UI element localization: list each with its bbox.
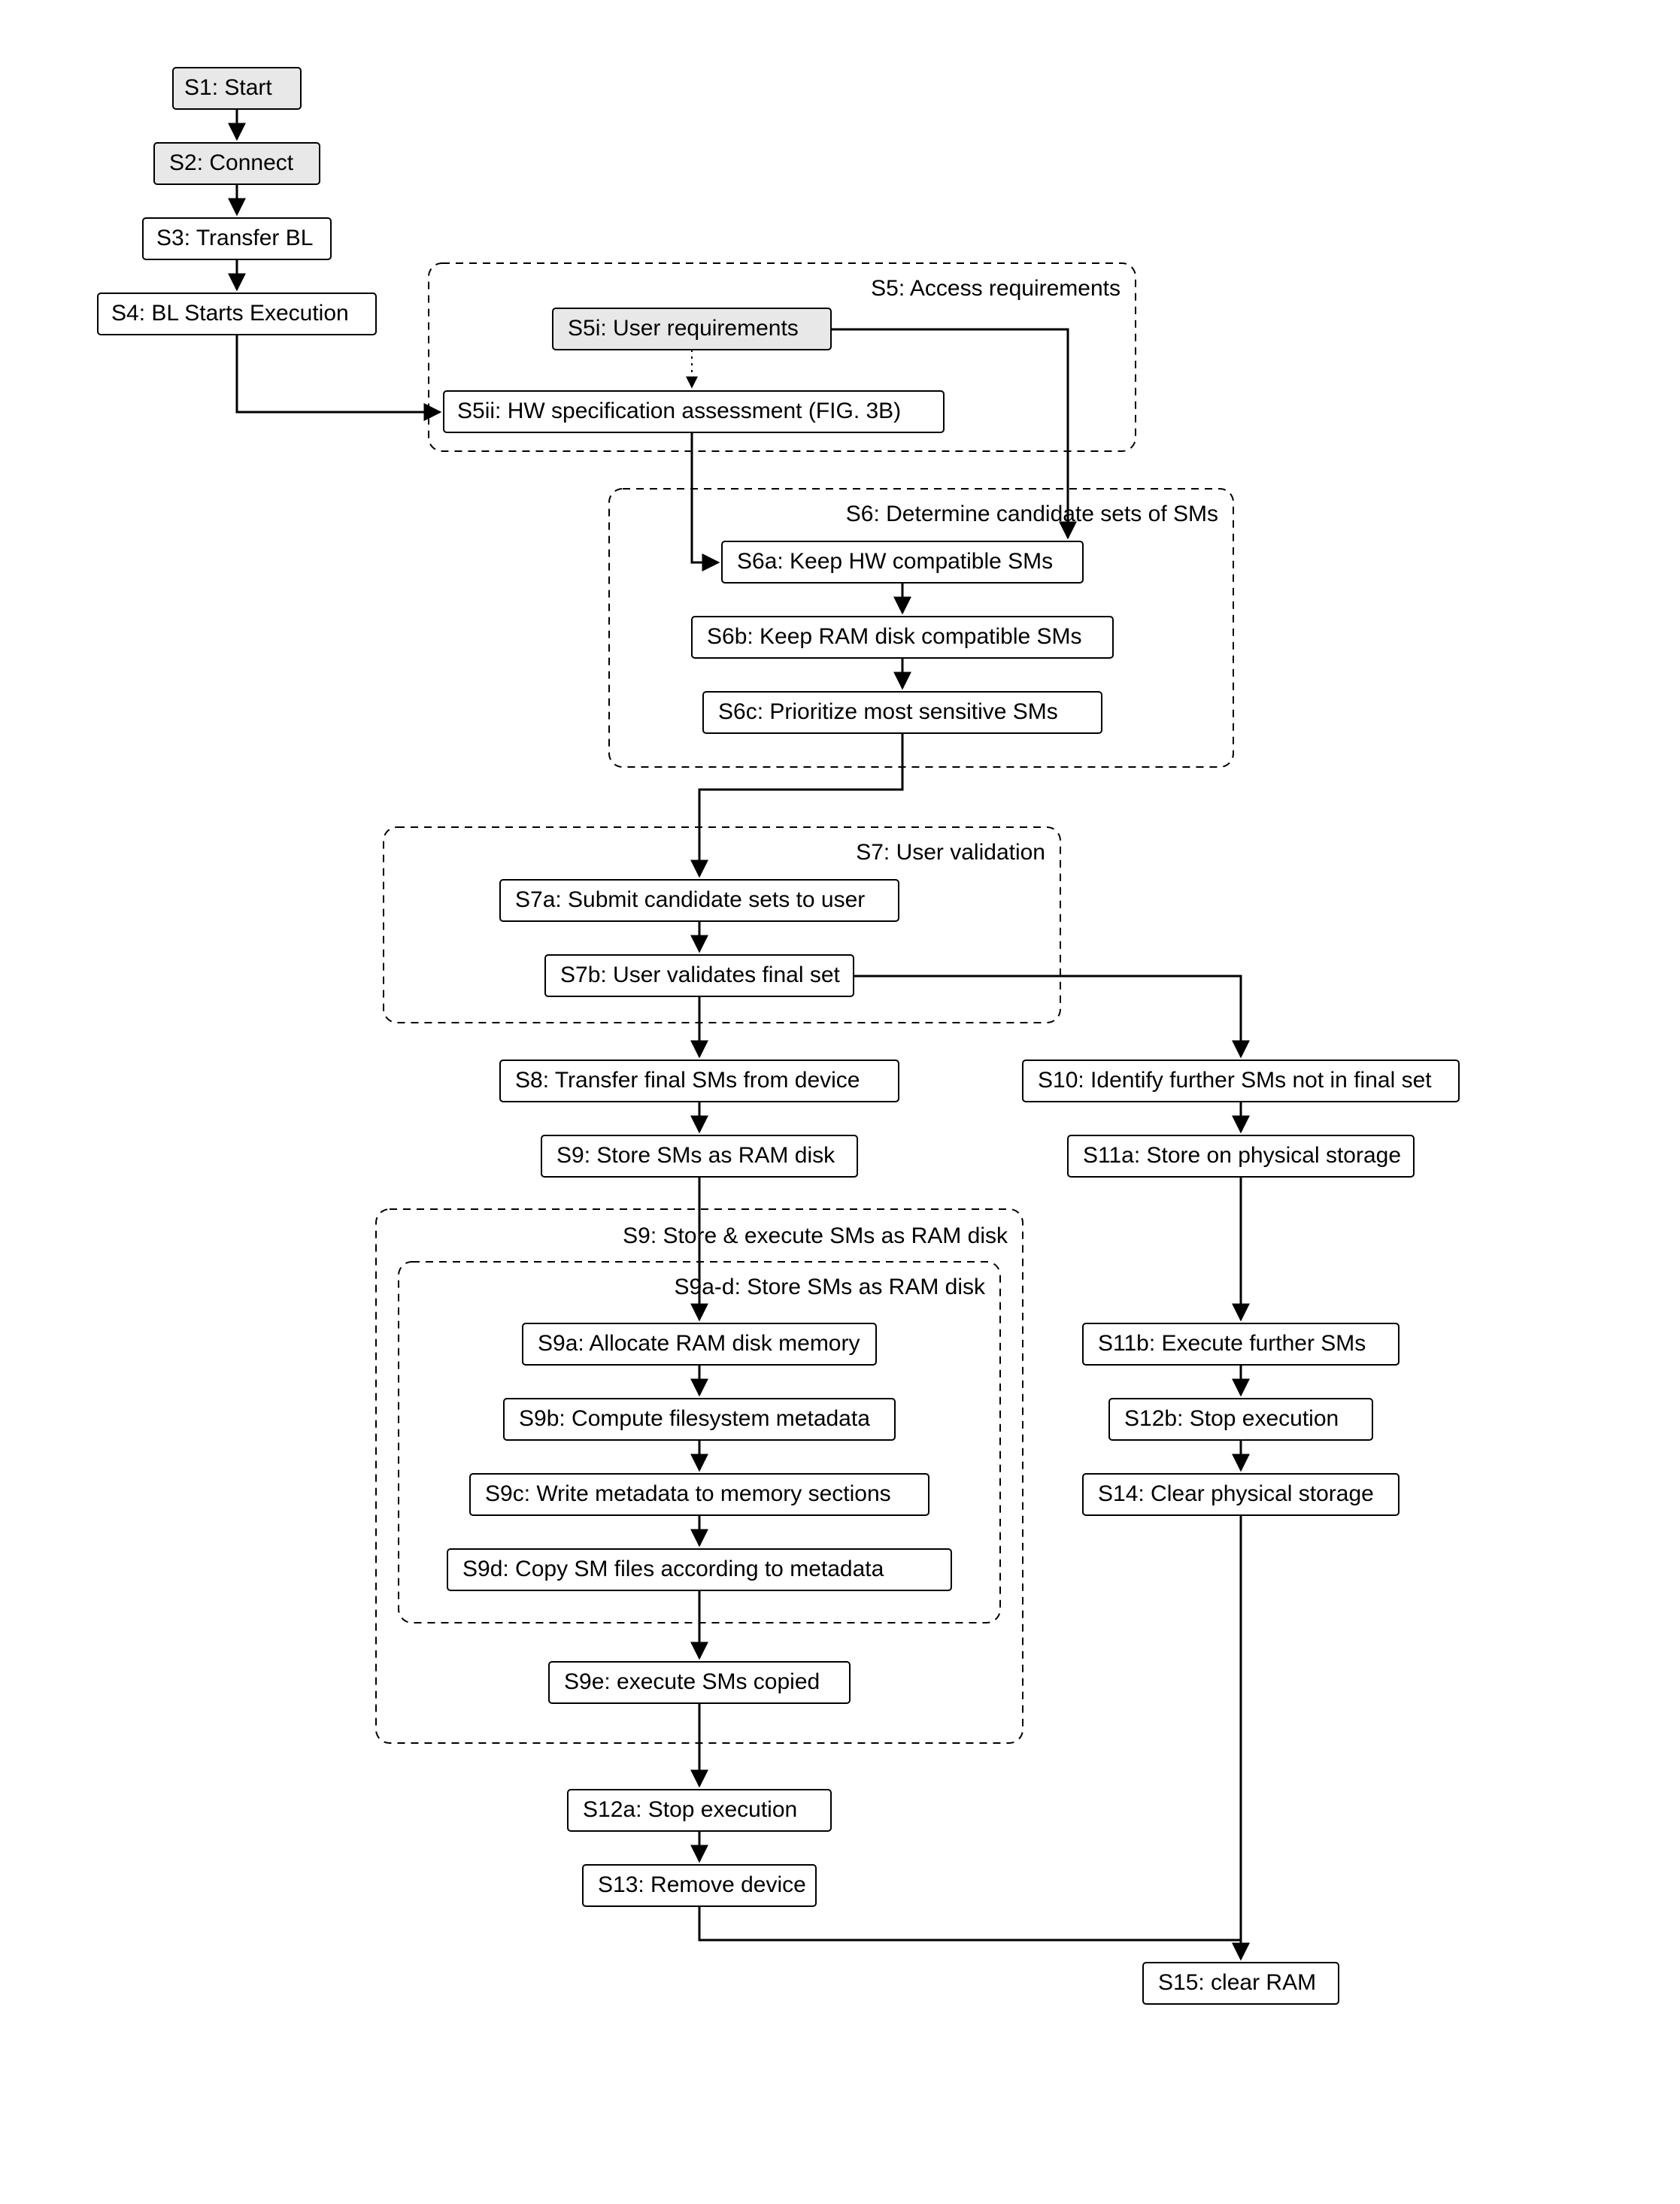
label-s4: S4: BL Starts Execution: [111, 301, 349, 326]
label-s9d: S9d: Copy SM files according to metadata: [462, 1557, 884, 1581]
label-s5ii: S5ii: HW specification assessment (FIG. …: [457, 399, 901, 423]
label-s9c: S9c: Write metadata to memory sections: [485, 1481, 891, 1506]
node-s3: S3: Transfer BL: [143, 218, 331, 259]
node-s9a: S9a: Allocate RAM disk memory: [523, 1323, 876, 1365]
label-s1: S1: Start: [184, 75, 272, 100]
label-s9a: S9a: Allocate RAM disk memory: [538, 1331, 860, 1356]
node-s11b: S11b: Execute further SMs: [1083, 1323, 1399, 1365]
node-s2: S2: Connect: [154, 143, 320, 184]
node-s5ii: S5ii: HW specification assessment (FIG. …: [444, 391, 944, 432]
node-s15: S15: clear RAM: [1143, 1963, 1339, 2004]
label-s12a: S12a: Stop execution: [583, 1797, 797, 1822]
node-s13: S13: Remove device: [583, 1865, 816, 1906]
label-s11a: S11a: Store on physical storage: [1083, 1143, 1401, 1168]
node-s14: S14: Clear physical storage: [1083, 1474, 1399, 1515]
label-s14: S14: Clear physical storage: [1098, 1481, 1374, 1506]
label-s10: S10: Identify further SMs not in final s…: [1038, 1068, 1432, 1093]
label-s2: S2: Connect: [169, 150, 294, 175]
node-s6b: S6b: Keep RAM disk compatible SMs: [692, 617, 1113, 658]
node-s7b: S7b: User validates final set: [545, 955, 854, 996]
flowchart: S1: Start S2: Connect S3: Transfer BL S4…: [0, 0, 1680, 2204]
node-s12b: S12b: Stop execution: [1109, 1399, 1372, 1440]
node-s9c: S9c: Write metadata to memory sections: [470, 1474, 929, 1515]
node-s6a: S6a: Keep HW compatible SMs: [722, 541, 1083, 583]
label-s9t: S9: Store SMs as RAM disk: [556, 1143, 835, 1168]
title-s6: S6: Determine candidate sets of SMs: [846, 502, 1218, 526]
label-s9b: S9b: Compute filesystem metadata: [519, 1406, 870, 1431]
node-s5i: S5i: User requirements: [553, 308, 831, 350]
node-s4: S4: BL Starts Execution: [98, 293, 376, 335]
label-s7b: S7b: User validates final set: [560, 963, 841, 987]
node-s9t: S9: Store SMs as RAM disk: [541, 1135, 857, 1177]
node-s12a: S12a: Stop execution: [568, 1790, 831, 1831]
node-s6c: S6c: Prioritize most sensitive SMs: [703, 692, 1102, 733]
node-s11a: S11a: Store on physical storage: [1068, 1135, 1414, 1177]
label-s9e: S9e: execute SMs copied: [564, 1669, 820, 1694]
node-s8: S8: Transfer final SMs from device: [500, 1060, 899, 1102]
node-s10: S10: Identify further SMs not in final s…: [1023, 1060, 1459, 1102]
label-s11b: S11b: Execute further SMs: [1098, 1331, 1366, 1356]
title-s5: S5: Access requirements: [871, 276, 1121, 301]
label-s3: S3: Transfer BL: [156, 226, 313, 250]
node-s1: S1: Start: [173, 68, 301, 109]
label-s12b: S12b: Stop execution: [1124, 1406, 1339, 1431]
title-s7: S7: User validation: [856, 840, 1045, 865]
label-s6c: S6c: Prioritize most sensitive SMs: [718, 699, 1058, 724]
label-s6a: S6a: Keep HW compatible SMs: [737, 549, 1053, 574]
label-s13: S13: Remove device: [598, 1872, 806, 1897]
node-s9b: S9b: Compute filesystem metadata: [504, 1399, 895, 1440]
label-s6b: S6b: Keep RAM disk compatible SMs: [707, 624, 1082, 649]
node-s7a: S7a: Submit candidate sets to user: [500, 880, 899, 921]
label-s8: S8: Transfer final SMs from device: [515, 1068, 860, 1093]
label-s5i: S5i: User requirements: [568, 316, 799, 341]
label-s7a: S7a: Submit candidate sets to user: [515, 887, 865, 912]
title-s9ad: S9a-d: Store SMs as RAM disk: [675, 1275, 986, 1299]
node-s9d: S9d: Copy SM files according to metadata: [447, 1549, 951, 1590]
node-s9e: S9e: execute SMs copied: [549, 1662, 850, 1703]
title-s9g: S9: Store & execute SMs as RAM disk: [623, 1223, 1008, 1248]
label-s15: S15: clear RAM: [1158, 1970, 1316, 1995]
